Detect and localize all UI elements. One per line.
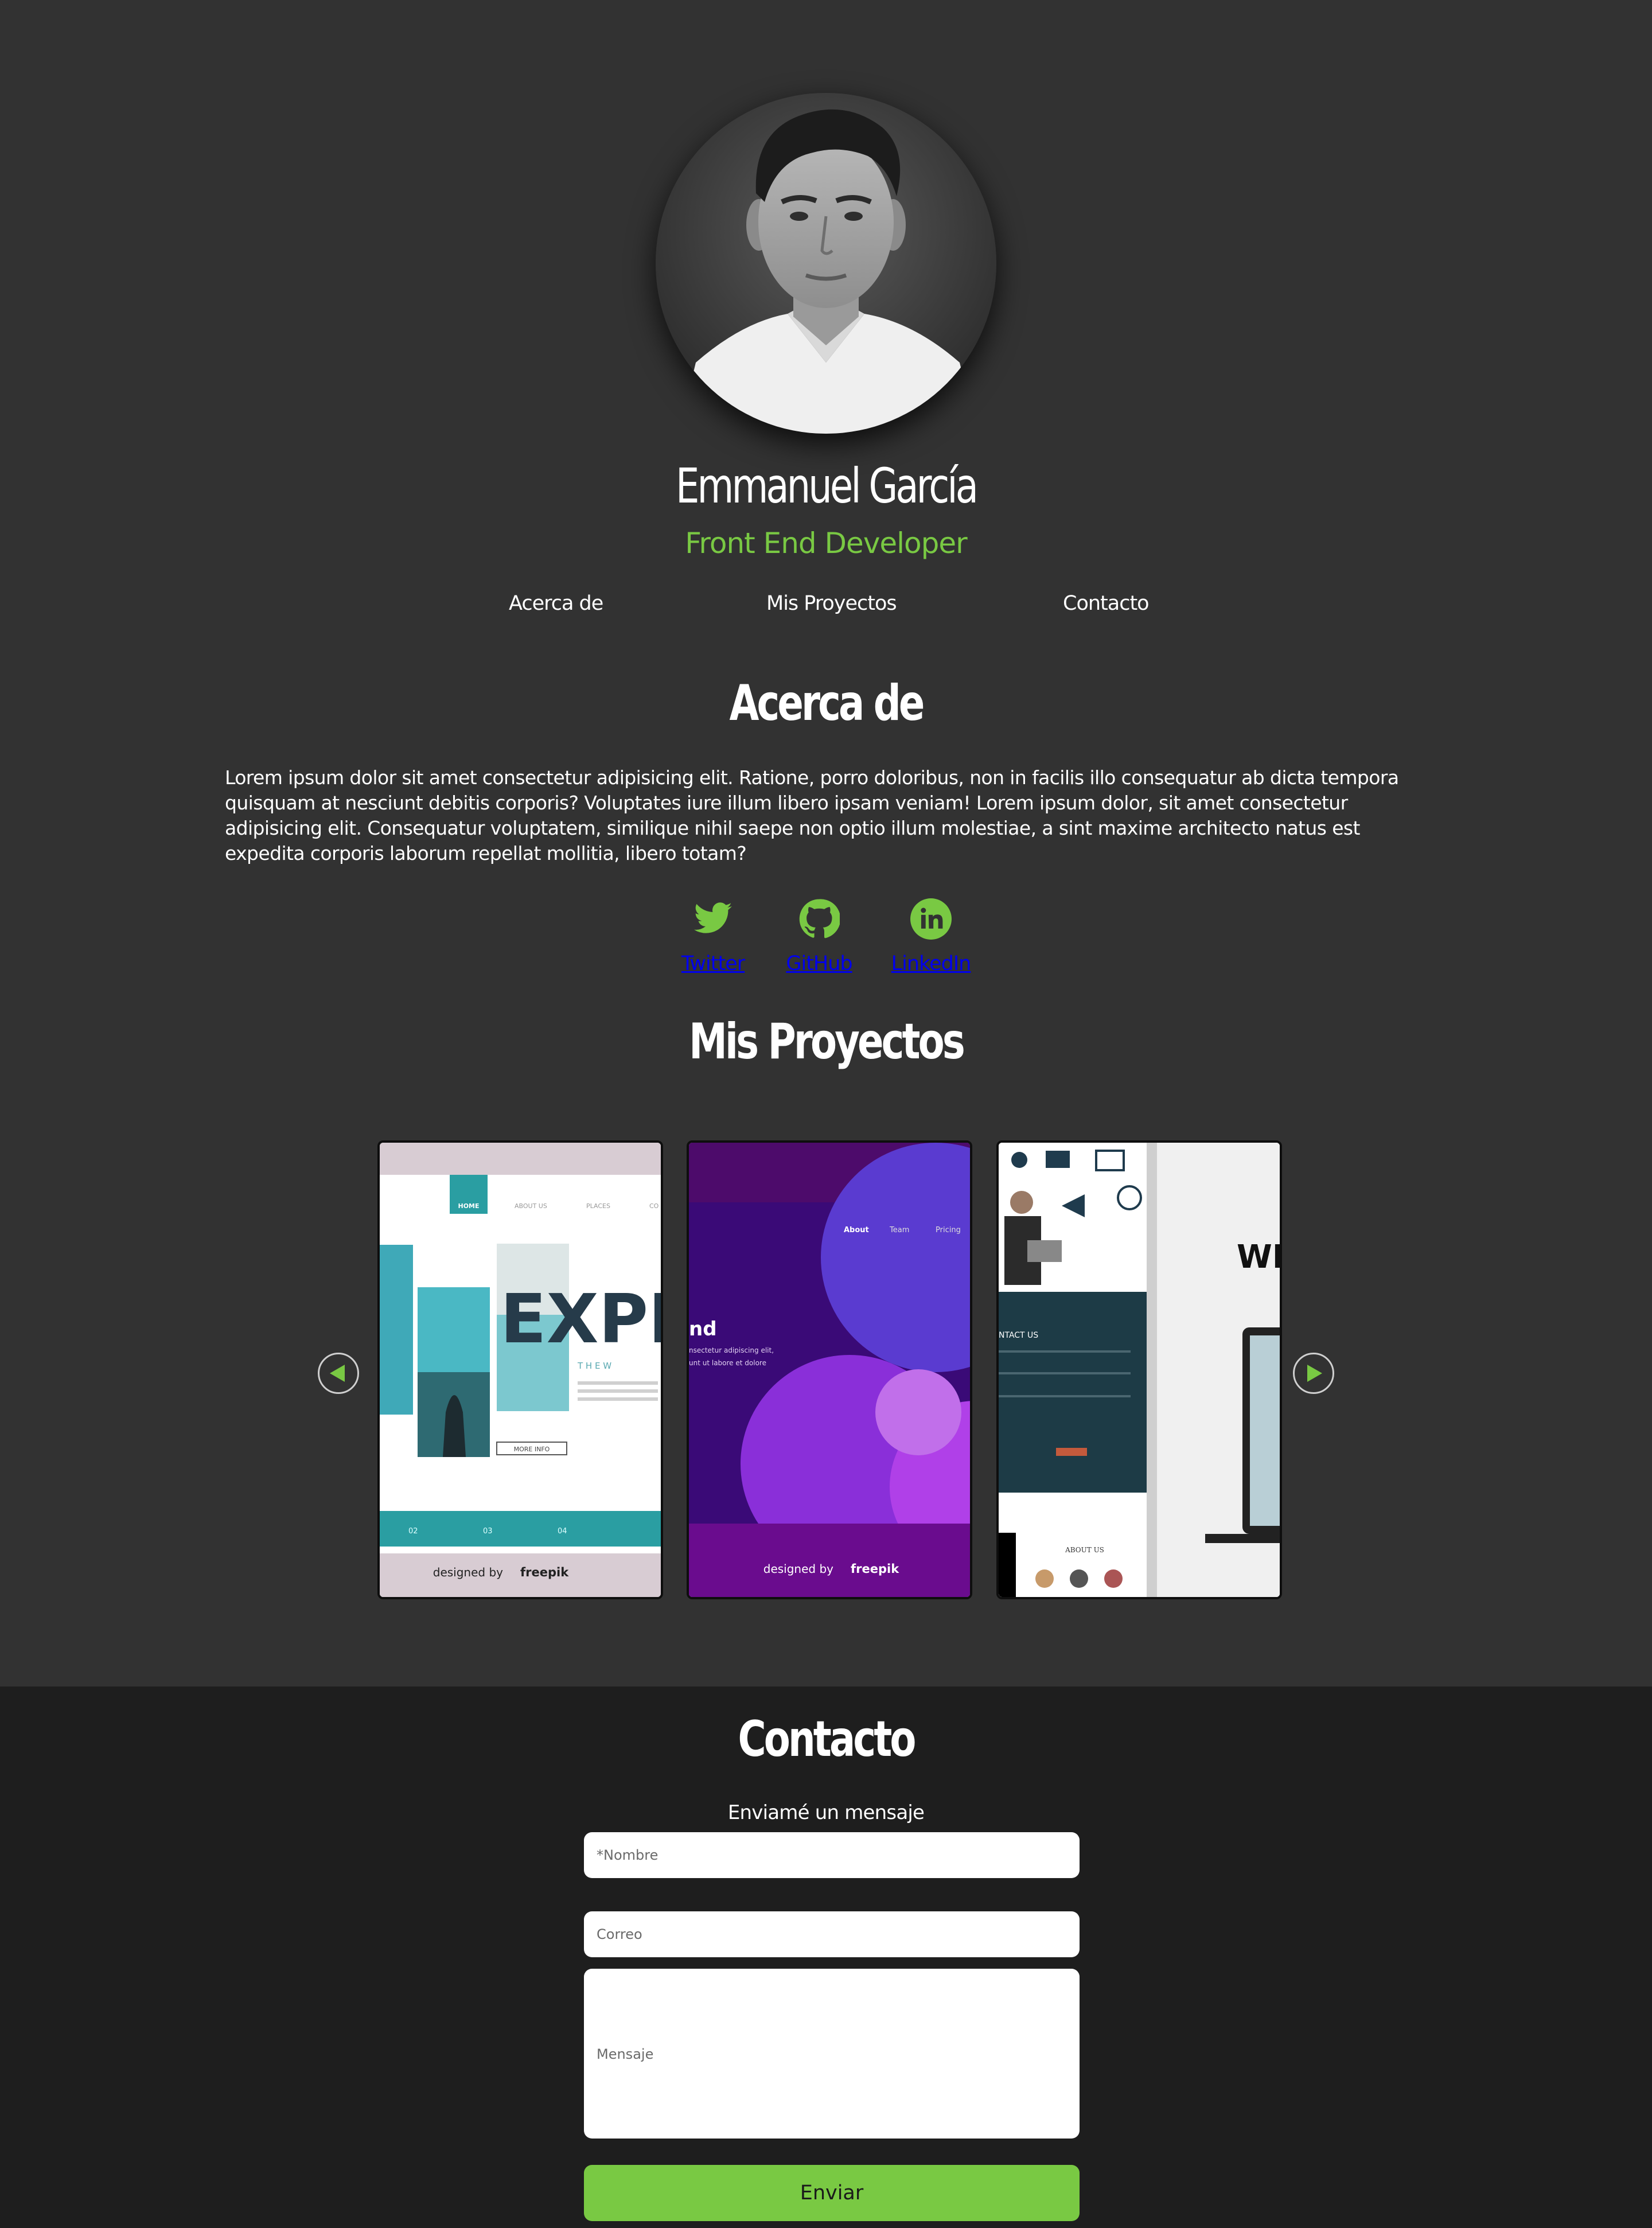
project-card-explore[interactable]: HOME ABOUT US PLACES CO EXPLO T H E W MO…: [377, 1140, 663, 1599]
message-input[interactable]: [584, 1969, 1080, 2139]
email-input[interactable]: [584, 1911, 1080, 1957]
card-tagline: T H E W: [577, 1361, 611, 1371]
card-credit: designed by: [763, 1562, 833, 1576]
nav-link-proyectos[interactable]: Mis Proyectos: [766, 592, 897, 615]
card-nav-home: HOME: [458, 1202, 479, 1210]
card-brand: freepik: [851, 1562, 899, 1576]
social-label: Twitter: [681, 952, 745, 975]
project-card-business[interactable]: NTACT US ABOUT US WI: [996, 1140, 1282, 1599]
card-page-4: 04: [558, 1527, 567, 1536]
card-button: MORE INFO: [514, 1446, 550, 1453]
profile-name: Emmanuel García: [676, 458, 979, 514]
contact-title: Contacto: [738, 1711, 916, 1768]
card-about-label: ABOUT US: [1065, 1546, 1104, 1554]
card-nav-co: CO: [649, 1202, 659, 1210]
project-thumbnail: HOME ABOUT US PLACES CO EXPLO T H E W MO…: [380, 1143, 661, 1597]
project-thumbnail: About Team Pricing nd nsectetur adipisci…: [689, 1143, 970, 1597]
name-input[interactable]: [584, 1832, 1080, 1878]
card-nav-about: About: [844, 1226, 869, 1234]
card-body-line-1: nsectetur adipiscing elit,: [689, 1346, 774, 1354]
profile-role: Front End Developer: [685, 527, 967, 560]
projects-title: Mis Proyectos: [689, 1013, 965, 1070]
social-twitter[interactable]: Twitter: [661, 898, 765, 975]
card-nav-team: Team: [889, 1226, 909, 1234]
card-body-line-2: unt ut labore et dolore: [689, 1359, 766, 1367]
card-credit: designed by: [433, 1565, 503, 1579]
carousel-next-button[interactable]: [1293, 1353, 1334, 1394]
card-nav-about: ABOUT US: [515, 1202, 547, 1210]
nav-link-contacto[interactable]: Contacto: [1063, 592, 1150, 615]
card-page-2: 02: [408, 1527, 418, 1536]
contact-subtitle: Enviamé un mensaje: [727, 1801, 925, 1824]
twitter-icon: [694, 902, 732, 933]
card-nav-places: PLACES: [586, 1202, 610, 1210]
send-button[interactable]: Enviar: [584, 2165, 1080, 2221]
card-headline: WI: [1237, 1238, 1280, 1276]
carousel-prev-button[interactable]: [318, 1353, 359, 1394]
card-page-3: 03: [483, 1527, 493, 1536]
card-nav-pricing: Pricing: [936, 1226, 961, 1234]
about-text: Lorem ipsum dolor sit amet consectetur a…: [225, 766, 1399, 864]
arrow-right-icon: [1307, 1365, 1322, 1382]
github-icon: [799, 899, 840, 938]
portrait-photo: [656, 93, 996, 434]
about-title: Acerca de: [729, 675, 925, 732]
card-contact-label: NTACT US: [999, 1331, 1038, 1340]
profile-avatar: [656, 93, 996, 434]
nav-link-acerca[interactable]: Acerca de: [509, 592, 603, 615]
social-label: LinkedIn: [891, 952, 972, 975]
linkedin-icon: [910, 898, 952, 940]
arrow-left-icon: [330, 1365, 345, 1382]
project-thumbnail: NTACT US ABOUT US WI: [999, 1143, 1280, 1597]
card-headline: EXPLO: [500, 1279, 661, 1358]
social-linkedin[interactable]: LinkedIn: [879, 898, 983, 975]
social-label: GitHub: [786, 952, 852, 975]
project-card-purple[interactable]: About Team Pricing nd nsectetur adipisci…: [687, 1140, 972, 1599]
card-headline: nd: [689, 1318, 717, 1341]
social-github[interactable]: GitHub: [767, 898, 871, 975]
card-brand: freepik: [520, 1565, 569, 1579]
